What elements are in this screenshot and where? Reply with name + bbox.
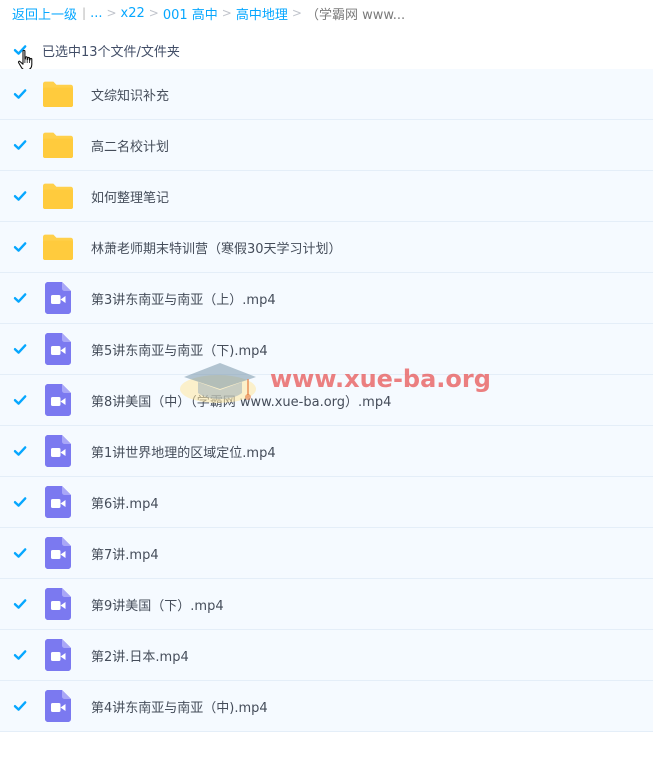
- file-row[interactable]: 第7讲.mp4: [0, 528, 653, 579]
- file-checkbox[interactable]: [12, 188, 28, 204]
- file-type-icon: [42, 435, 74, 467]
- file-name[interactable]: 如何整理笔记: [91, 187, 169, 206]
- breadcrumb-separator: >: [148, 6, 159, 20]
- breadcrumb-item-high-school[interactable]: 001 高中: [163, 4, 218, 23]
- checkbox-checked-icon: [13, 701, 27, 711]
- file-type-icon: [42, 486, 74, 518]
- file-checkbox[interactable]: [12, 392, 28, 408]
- checkbox-checked-icon: [13, 599, 27, 609]
- checkbox-checked-icon: [13, 395, 27, 405]
- file-type-icon: [42, 690, 74, 722]
- file-row[interactable]: 文综知识补充: [0, 69, 653, 120]
- file-row[interactable]: 高二名校计划: [0, 120, 653, 171]
- file-row[interactable]: 第9讲美国（下）.mp4: [0, 579, 653, 630]
- file-name[interactable]: 第1讲世界地理的区域定位.mp4: [91, 442, 276, 461]
- file-type-icon: [42, 180, 74, 212]
- file-type-icon: [42, 588, 74, 620]
- file-checkbox[interactable]: [12, 290, 28, 306]
- checkbox-checked-icon: [13, 344, 27, 354]
- checkbox-checked-icon: [13, 497, 27, 507]
- breadcrumb-separator: >: [106, 6, 117, 20]
- breadcrumb-ellipsis[interactable]: ...: [90, 6, 102, 21]
- checkbox-checked-icon: [13, 191, 27, 201]
- file-type-icon: [42, 78, 74, 110]
- file-checkbox[interactable]: [12, 494, 28, 510]
- file-checkbox[interactable]: [12, 545, 28, 561]
- checkbox-checked-icon: [13, 446, 27, 456]
- folder-icon: [43, 81, 73, 107]
- file-type-icon: [42, 231, 74, 263]
- file-type-icon: [42, 384, 74, 416]
- video-file-icon: [45, 333, 71, 365]
- breadcrumb-separator: >: [291, 6, 302, 20]
- file-name[interactable]: 文综知识补充: [91, 85, 169, 104]
- file-name[interactable]: 第7讲.mp4: [91, 544, 159, 563]
- checkbox-checked-icon: [13, 140, 27, 150]
- file-checkbox[interactable]: [12, 443, 28, 459]
- breadcrumb: 返回上一级 | ... > x22 > 001 高中 > 高中地理 > （学霸网…: [12, 3, 405, 23]
- breadcrumb-separator: >: [221, 6, 232, 20]
- checkbox-checked-icon: [13, 293, 27, 303]
- file-row[interactable]: 第3讲东南亚与南亚（上）.mp4: [0, 273, 653, 324]
- video-file-icon: [45, 435, 71, 467]
- file-row[interactable]: 第5讲东南亚与南亚（下).mp4: [0, 324, 653, 375]
- file-type-icon: [42, 282, 74, 314]
- checkbox-checked-icon: [13, 548, 27, 558]
- file-name[interactable]: 林萧老师期末特训营（寒假30天学习计划）: [91, 238, 342, 257]
- file-name[interactable]: 第8讲美国（中）（学霸网 www.xue-ba.org）.mp4: [91, 391, 391, 410]
- checkbox-checked-icon: [13, 89, 27, 99]
- file-browser: 返回上一级 | ... > x22 > 001 高中 > 高中地理 > （学霸网…: [0, 0, 653, 761]
- file-type-icon: [42, 333, 74, 365]
- video-file-icon: [45, 282, 71, 314]
- video-file-icon: [45, 537, 71, 569]
- checkbox-checked-icon: [13, 650, 27, 660]
- back-link[interactable]: 返回上一级: [12, 4, 77, 23]
- file-checkbox[interactable]: [12, 647, 28, 663]
- file-type-icon: [42, 639, 74, 671]
- file-checkbox[interactable]: [12, 239, 28, 255]
- file-row[interactable]: 第8讲美国（中）（学霸网 www.xue-ba.org）.mp4: [0, 375, 653, 426]
- checkbox-checked-icon: [13, 242, 27, 252]
- file-row[interactable]: 第4讲东南亚与南亚（中).mp4: [0, 681, 653, 732]
- file-list: 文综知识补充 高二名校计划 如何整理笔记林萧老师期末特训营（寒假30天学习计划） 第3…: [0, 69, 653, 732]
- video-file-icon: [45, 588, 71, 620]
- file-row[interactable]: 如何整理笔记: [0, 171, 653, 222]
- breadcrumb-divider: |: [82, 6, 87, 20]
- file-checkbox[interactable]: [12, 596, 28, 612]
- file-checkbox[interactable]: [12, 137, 28, 153]
- breadcrumb-current: （学霸网 www...: [305, 7, 406, 23]
- file-row[interactable]: 第1讲世界地理的区域定位.mp4: [0, 426, 653, 477]
- file-checkbox[interactable]: [12, 86, 28, 102]
- file-checkbox[interactable]: [12, 341, 28, 357]
- folder-icon: [43, 234, 73, 260]
- video-file-icon: [45, 384, 71, 416]
- file-row[interactable]: 林萧老师期末特训营（寒假30天学习计划）: [0, 222, 653, 273]
- file-type-icon: [42, 537, 74, 569]
- video-file-icon: [45, 690, 71, 722]
- video-file-icon: [45, 486, 71, 518]
- file-name[interactable]: 第2讲.日本.mp4: [91, 646, 189, 665]
- file-name[interactable]: 第6讲.mp4: [91, 493, 159, 512]
- file-type-icon: [42, 129, 74, 161]
- breadcrumb-item-x22[interactable]: x22: [121, 6, 145, 21]
- breadcrumb-item-geography[interactable]: 高中地理: [236, 4, 288, 23]
- video-file-icon: [45, 639, 71, 671]
- file-name[interactable]: 高二名校计划: [91, 136, 169, 155]
- file-row[interactable]: 第2讲.日本.mp4: [0, 630, 653, 681]
- file-checkbox[interactable]: [12, 698, 28, 714]
- file-row[interactable]: 第6讲.mp4: [0, 477, 653, 528]
- file-name[interactable]: 第4讲东南亚与南亚（中).mp4: [91, 697, 268, 716]
- file-name[interactable]: 第9讲美国（下）.mp4: [91, 595, 224, 614]
- selection-count-text: 已选中13个文件/文件夹: [42, 44, 180, 60]
- file-name[interactable]: 第5讲东南亚与南亚（下).mp4: [91, 340, 268, 359]
- folder-icon: [43, 132, 73, 158]
- selection-bar: 已选中13个文件/文件夹: [0, 36, 653, 64]
- file-name[interactable]: 第3讲东南亚与南亚（上）.mp4: [91, 289, 276, 308]
- folder-icon: [43, 183, 73, 209]
